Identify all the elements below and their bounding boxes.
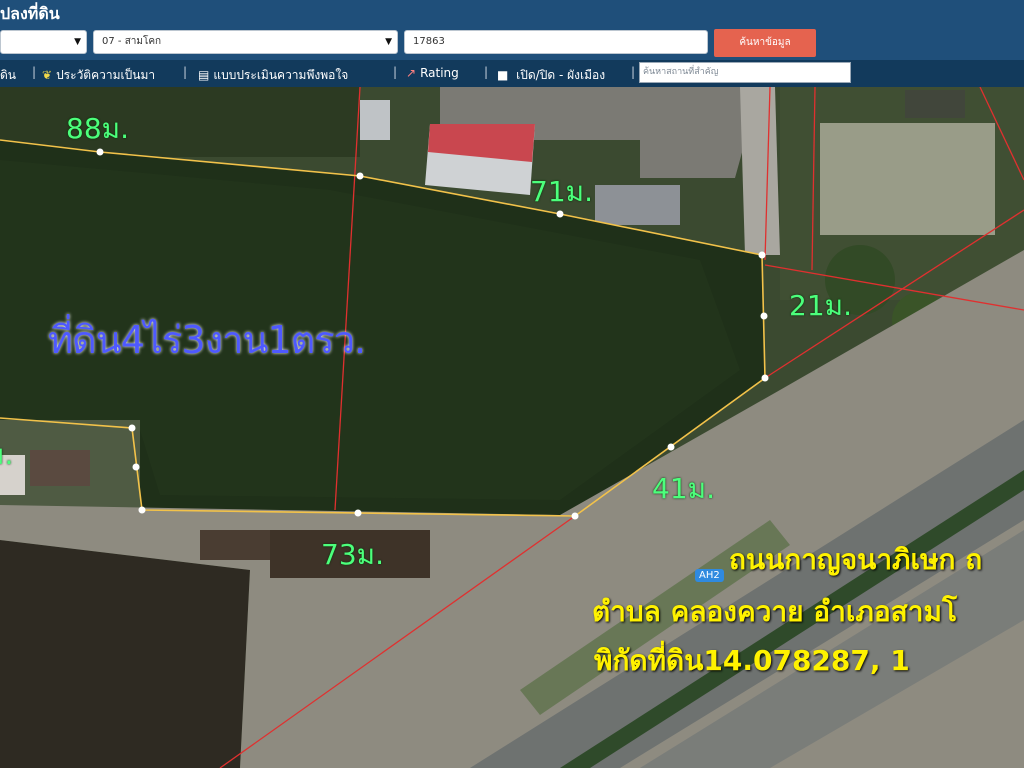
- toolbar-divider: |: [631, 65, 636, 79]
- toolbar-item-survey-label: แบบประเมินความพึงพอใจ: [213, 68, 349, 82]
- toolbar-divider: |: [484, 65, 489, 79]
- chevron-down-icon: ▼: [74, 37, 81, 47]
- toolbar-item-rating[interactable]: ↗ Rating: [406, 66, 459, 80]
- toolbar-divider: |: [393, 65, 398, 79]
- dimension-label-right: 21ม.: [789, 289, 852, 322]
- sprout-icon: ❦: [42, 68, 53, 82]
- subdistrict-label: ตำบล คลองควาย อำเภอสามโ: [592, 595, 957, 628]
- satellite-map[interactable]: 88ม. 71ม. 21ม. 41ม. 73ม. ม. ที่ดิน4ไร่3ง…: [0, 87, 1024, 768]
- toolbar-item-zoning-label: เปิด/ปิด - ผังเมือง: [516, 68, 606, 82]
- dimension-label-bottom: 73ม.: [321, 538, 384, 571]
- coordinates-label: พิกัดที่ดิน14.078287, 1: [594, 644, 910, 677]
- app-title: ปลงที่ดิน: [0, 4, 60, 23]
- dimension-label-top-left: 88ม.: [66, 112, 129, 145]
- search-button[interactable]: ค้นหาข้อมูล: [714, 29, 816, 57]
- land-area-label: ที่ดิน4ไร่3งาน1ตรว.: [48, 318, 366, 362]
- chevron-down-icon: ▼: [385, 37, 392, 47]
- toolbar-item-history[interactable]: ❦ ประวัติความเป็นมา: [42, 66, 155, 85]
- checkbox-icon: ■: [497, 68, 509, 82]
- road-name-label: ถนนกาญจนาภิเษก ถ: [729, 543, 983, 576]
- district-select[interactable]: 07 - สามโคก ▼: [93, 30, 398, 54]
- parcel-number-input[interactable]: 17863: [404, 30, 708, 54]
- dimension-label-top-right: 71ม.: [530, 175, 593, 208]
- toolbar-divider: |: [183, 65, 188, 79]
- dimension-label-left: ม.: [0, 438, 14, 471]
- dimension-label-diagonal: 41ม.: [652, 472, 715, 505]
- toolbar-item-history-label: ประวัติความเป็นมา: [56, 68, 156, 82]
- landmark-search-input[interactable]: ค้นหาสถานที่สำคัญ: [639, 62, 851, 83]
- toolbar-item-rating-label: Rating: [420, 66, 459, 80]
- toolbar-item-zoning-toggle[interactable]: ■ เปิด/ปิด - ผังเมือง: [497, 66, 605, 85]
- toolbar: ดิน | ❦ ประวัติความเป็นมา | ▤ แบบประเมินคว…: [0, 60, 1024, 87]
- toolbar-item-land[interactable]: ดิน: [0, 66, 16, 85]
- province-select[interactable]: ▼: [0, 30, 87, 54]
- toolbar-divider: |: [32, 65, 37, 79]
- district-select-value: 07 - สามโคก: [102, 36, 162, 47]
- chart-icon: ↗: [406, 66, 417, 80]
- parcel-number-value: 17863: [413, 36, 445, 47]
- app-header: ปลงที่ดิน ▼ 07 - สามโคก ▼ 17863 ค้นหาข้อ…: [0, 0, 1024, 87]
- highway-shield-ah2: AH2: [695, 569, 724, 582]
- document-icon: ▤: [198, 68, 210, 82]
- toolbar-item-survey[interactable]: ▤ แบบประเมินความพึงพอใจ: [198, 66, 348, 85]
